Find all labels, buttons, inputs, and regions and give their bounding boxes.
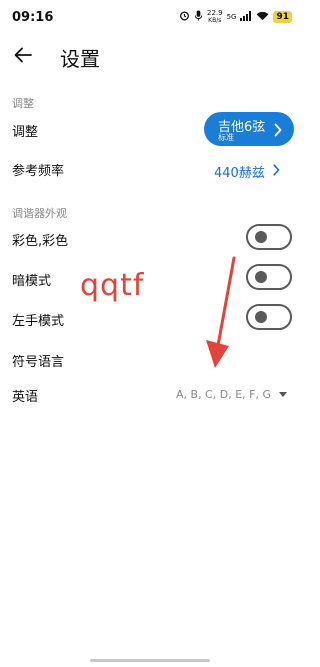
- language-label: 英语: [12, 390, 39, 405]
- signal-icon: [240, 10, 252, 24]
- arrow-left-icon[interactable]: [12, 44, 34, 66]
- annotation-text: qqtf: [80, 268, 145, 303]
- status-time: 09:16: [12, 10, 54, 25]
- dark-mode-toggle[interactable]: [246, 264, 292, 290]
- left-hand-mode-label: 左手模式: [12, 314, 65, 329]
- notation-language-label: 符号语言: [12, 355, 65, 370]
- toggle-knob: [255, 271, 267, 283]
- tuning-select-button[interactable]: 吉他6弦 标准: [204, 112, 294, 146]
- tuning-value-subtitle: 标准: [218, 133, 234, 142]
- chevron-right-icon: [274, 122, 284, 137]
- section-label-tuning: 调整: [12, 97, 34, 110]
- alarm-icon: [179, 10, 190, 24]
- toggle-knob: [255, 231, 267, 243]
- left-hand-mode-toggle[interactable]: [246, 304, 292, 330]
- section-label-appearance: 调谐器外观: [12, 207, 67, 220]
- network-type: 5G: [226, 12, 237, 21]
- notation-language-value: A, B, C, D, E, F, G: [176, 388, 271, 401]
- notation-language-dropdown[interactable]: A, B, C, D, E, F, G: [176, 388, 287, 401]
- wifi-icon: [256, 11, 269, 24]
- battery-level: 91: [273, 11, 292, 23]
- annotation-arrow-icon: [206, 256, 236, 368]
- caret-down-icon: [278, 392, 287, 397]
- app-header: 设置: [0, 38, 300, 74]
- reference-frequency-label: 参考频率: [12, 164, 65, 179]
- dark-mode-label: 暗模式: [12, 274, 52, 289]
- home-indicator: [90, 659, 210, 662]
- status-bar: 09:16 22.9 KB/s 5G 91: [0, 0, 300, 36]
- network-speed: 22.9 KB/s: [206, 9, 223, 25]
- reference-frequency-value: 440赫兹: [214, 166, 265, 181]
- colorful-label: 彩色,彩色: [12, 234, 69, 249]
- colorful-toggle[interactable]: [246, 224, 292, 250]
- chevron-right-icon: [273, 163, 280, 180]
- status-icons: 22.9 KB/s 5G 91: [179, 10, 292, 24]
- toggle-knob: [255, 311, 267, 323]
- settings-screen: 09:16 22.9 KB/s 5G 91 设置 调整 调整 吉他6弦 标准 参…: [0, 0, 300, 667]
- page-title: 设置: [60, 47, 100, 71]
- microphone-icon: [194, 10, 203, 24]
- reference-frequency-button[interactable]: 440赫兹: [214, 162, 280, 181]
- tuning-label: 调整: [12, 125, 39, 140]
